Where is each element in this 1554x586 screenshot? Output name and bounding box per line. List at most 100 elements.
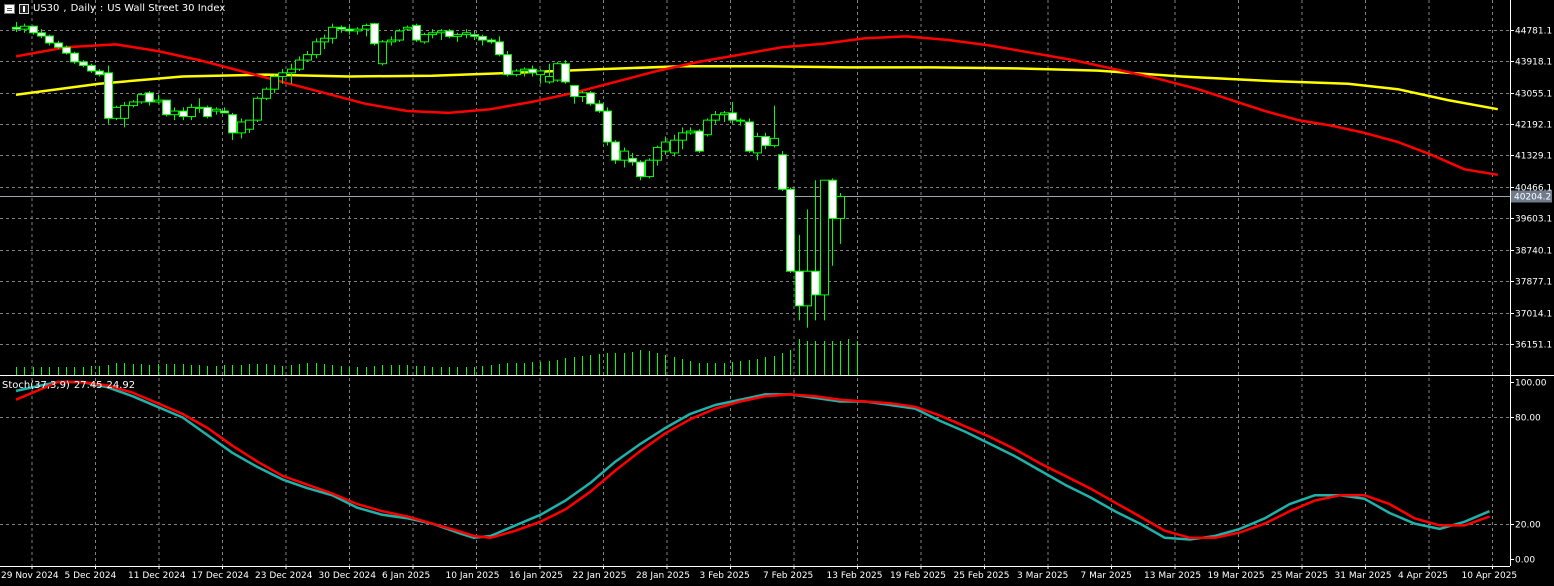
candle-body: [736, 119, 745, 122]
candle-body: [595, 103, 604, 112]
candle-body: [720, 112, 729, 116]
candle-body: [636, 161, 645, 178]
candle-body: [303, 54, 312, 61]
candle-bullish: [645, 158, 654, 179]
chart-canvas[interactable]: 29 Nov 2024 5 Dec 2024 11 Dec 2024 17 Dec 2…: [0, 0, 1554, 582]
candle-bullish: [20, 23, 29, 33]
candle-bullish: [661, 136, 670, 155]
candle-body: [195, 106, 204, 109]
candle-bullish: [686, 127, 695, 135]
candle-bullish: [720, 111, 729, 122]
candle-bearish: [337, 25, 346, 33]
candle-body: [387, 39, 396, 43]
menu-icon[interactable]: [4, 3, 15, 14]
candle-body: [45, 35, 54, 44]
candle-body: [220, 110, 229, 114]
x-axis-label: 11 Dec 2024: [128, 571, 186, 581]
candle-body: [345, 28, 354, 32]
candle-body: [620, 150, 629, 161]
candle-body: [29, 25, 38, 34]
candle-bullish: [362, 23, 371, 37]
x-axis-label: 6 Jan 2025: [382, 571, 430, 581]
candle-bearish: [786, 187, 795, 274]
candle-body: [753, 136, 762, 154]
candle-body: [262, 88, 271, 99]
axes-layer: 29 Nov 2024 5 Dec 2024 11 Dec 2024 17 Dec 2…: [0, 0, 1554, 581]
candle-bearish: [95, 69, 104, 77]
candle-body: [253, 97, 262, 121]
candle-body: [212, 108, 221, 112]
price-axis-label: 37014.1: [1515, 310, 1552, 320]
candle-body: [79, 61, 88, 67]
candle-bearish: [203, 105, 212, 119]
candle-bullish: [428, 29, 437, 39]
candle-bullish: [653, 145, 662, 166]
candle-bullish: [303, 50, 312, 62]
candle-bearish: [561, 60, 570, 84]
x-axis-label: 4 Apr 2025: [1398, 571, 1448, 581]
x-axis-label: 19 Mar 2025: [1208, 571, 1265, 581]
candle-bearish: [145, 91, 154, 106]
price-axis-label: 41329.1: [1515, 152, 1552, 162]
candle-bullish: [112, 105, 121, 121]
candle-bullish: [320, 34, 329, 50]
candle-body: [295, 59, 304, 70]
candle-body: [270, 75, 279, 90]
price-axis-label: 38740.1: [1515, 247, 1552, 257]
x-axis-label: 5 Dec 2024: [65, 571, 117, 581]
price-axis-label: 37877.1: [1515, 278, 1552, 288]
trading-chart[interactable]: 29 Nov 2024 5 Dec 2024 11 Dec 2024 17 Dec 2…: [0, 0, 1554, 582]
candle-body: [237, 121, 246, 134]
candle-bullish: [170, 107, 179, 121]
stoch-axis-label: 100.00: [1515, 379, 1547, 389]
candle-body: [170, 110, 179, 116]
stoch-axis-label: 0.00: [1515, 556, 1535, 566]
candle-body: [528, 68, 537, 74]
candle-body: [179, 110, 188, 118]
symbol-label: US30: [33, 3, 60, 14]
stochastic-main-line: [15, 380, 1490, 541]
candle-bullish: [736, 118, 745, 126]
candle-bearish: [370, 22, 379, 46]
x-axis-label: 30 Dec 2024: [319, 571, 377, 581]
price-axis-label: 36151.1: [1515, 341, 1552, 351]
candle-body: [445, 30, 454, 37]
candle-bearish: [345, 25, 354, 35]
candle-bearish: [503, 50, 512, 77]
candle-body: [686, 130, 695, 134]
candle-bullish: [312, 38, 321, 59]
candle-body: [203, 106, 212, 118]
x-axis-label: 13 Feb 2025: [827, 571, 883, 581]
candle-body: [437, 30, 446, 34]
candle-bullish: [553, 61, 562, 82]
candle-body: [162, 99, 171, 116]
candle-body: [745, 121, 754, 152]
candle-body: [278, 72, 287, 77]
candle-body: [728, 112, 737, 121]
candle-body: [803, 270, 812, 307]
candle-body: [495, 41, 504, 56]
candle-bearish: [445, 29, 454, 39]
candle-body: [320, 37, 329, 43]
candle-body: [420, 34, 429, 43]
candle-bullish: [262, 87, 271, 101]
timeframe-label: Daily: [70, 3, 96, 14]
stochastic-main-value: 27.45: [73, 380, 103, 391]
candle-bullish: [536, 69, 545, 84]
candle-bullish: [137, 92, 146, 104]
candle-body: [487, 39, 496, 43]
candle-body: [403, 26, 412, 30]
candle-bearish: [220, 107, 229, 114]
stoch-axis-label: 80.00: [1515, 414, 1541, 424]
chart-header: US30, Daily: US Wall Street 30 Index: [4, 3, 225, 14]
volume-layer: [16, 339, 858, 375]
x-axis-label: 10 Jan 2025: [446, 571, 500, 581]
x-axis-label: 25 Feb 2025: [954, 571, 1010, 581]
candle-body: [70, 52, 79, 63]
candle-chart-icon[interactable]: [19, 3, 29, 14]
candle-body: [561, 63, 570, 83]
x-axis-label: 28 Jan 2025: [636, 571, 690, 581]
candle-bearish: [62, 45, 71, 55]
candle-body: [87, 65, 96, 72]
grid-layer: [0, 0, 1510, 566]
